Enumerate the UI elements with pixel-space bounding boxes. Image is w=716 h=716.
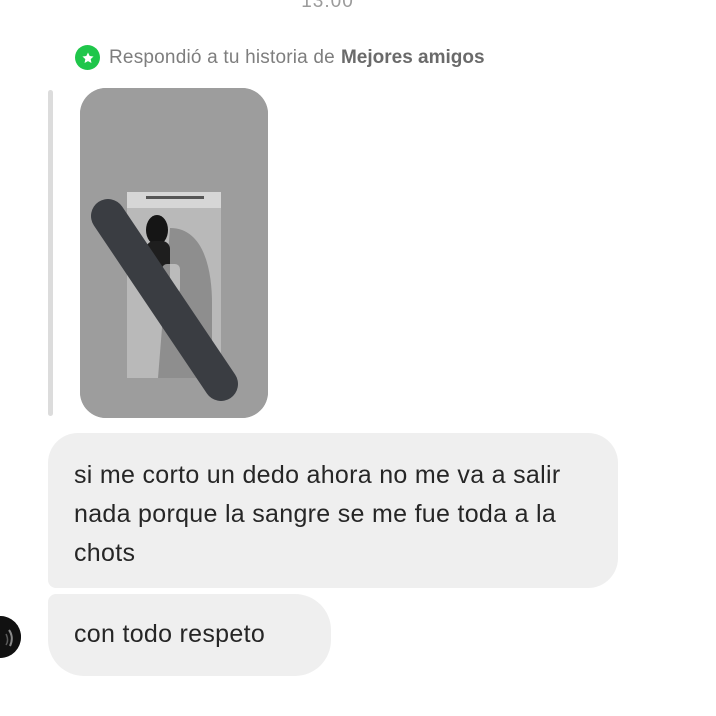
avatar-image [0, 616, 21, 658]
message-bubble[interactable]: si me corto un dedo ahora no me va a sal… [48, 433, 618, 588]
message-text: con todo respeto [74, 620, 266, 648]
dm-conversation-screen: 13:00 Respondió a tu historia de Mejores… [0, 0, 716, 716]
close-friends-list-name: Mejores amigos [340, 46, 485, 68]
message-text: si me corto un dedo ahora no me va a sal… [74, 461, 561, 567]
story-reply-label: Respondió a tu historia de [109, 46, 335, 68]
close-friends-star-icon [75, 45, 100, 70]
story-reply-context: Respondió a tu historia de Mejores amigo… [75, 45, 485, 70]
story-preview-thumbnail[interactable] [80, 88, 268, 418]
sender-avatar[interactable] [0, 616, 21, 658]
message-timestamp: 13:00 [301, 0, 354, 12]
story-thumbnail-image [80, 88, 268, 418]
message-bubble[interactable]: con todo respeto [48, 594, 331, 676]
story-reply-quote-bar [48, 90, 53, 416]
